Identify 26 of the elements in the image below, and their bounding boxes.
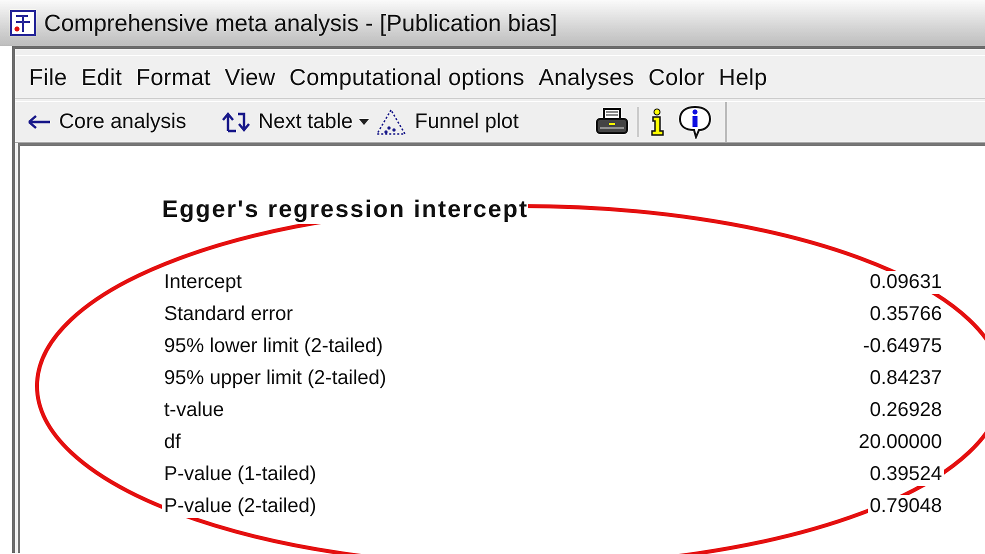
menu-item[interactable]: Format	[130, 62, 219, 92]
window-title: Comprehensive meta analysis - [Publication bias]	[44, 10, 558, 36]
stat-label: 95% upper limit (2-tailed)	[162, 366, 388, 390]
app-icon	[10, 10, 36, 36]
printer-icon	[596, 108, 628, 134]
arrow-left-icon	[28, 115, 51, 129]
dropdown-caret-icon[interactable]	[358, 119, 369, 125]
menu-item[interactable]: Help	[712, 62, 776, 92]
menu-item[interactable]: Computational options	[283, 62, 533, 92]
menu-item[interactable]: View	[218, 62, 284, 92]
stat-label: P-value (2-tailed)	[162, 494, 318, 518]
stat-value: 0.09631	[868, 270, 944, 294]
arrows-icon	[222, 112, 250, 132]
toolbar-button[interactable]: Funnel plot	[368, 106, 525, 138]
info-button[interactable]	[676, 105, 713, 139]
toolbar-button[interactable]: Next table	[216, 108, 359, 136]
menu-item[interactable]: Analyses	[532, 62, 642, 92]
menu-item[interactable]: Edit	[75, 62, 130, 92]
print-button[interactable]	[594, 107, 629, 137]
menu-item[interactable]: Color	[642, 62, 713, 92]
info-pointer-icon	[650, 108, 664, 136]
info-bubble-icon	[678, 106, 711, 138]
funnel-icon	[375, 108, 406, 135]
menu-item[interactable]: File	[23, 62, 76, 92]
stat-label: 95% lower limit (2-tailed)	[162, 334, 385, 358]
toolbar-button[interactable]: Core analysis	[21, 108, 192, 136]
